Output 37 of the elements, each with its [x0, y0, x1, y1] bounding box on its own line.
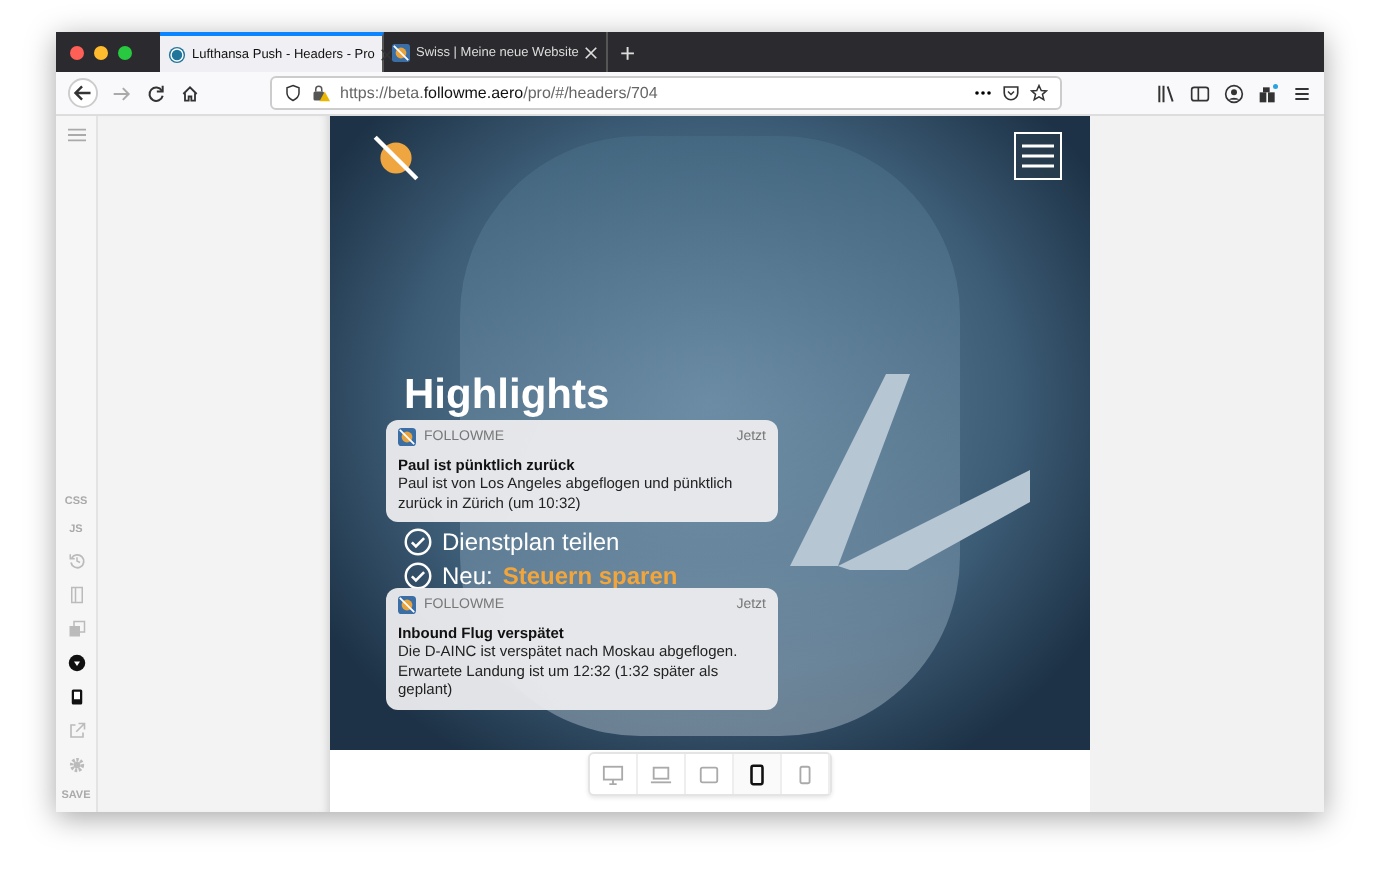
menu-icon[interactable]	[1292, 83, 1312, 103]
shield-icon	[284, 84, 302, 102]
close-window-icon[interactable]	[70, 45, 84, 59]
home-icon[interactable]	[180, 83, 200, 103]
close-tab-icon[interactable]	[380, 47, 395, 61]
pocket-icon[interactable]	[1002, 84, 1020, 102]
library-icon[interactable]	[1156, 83, 1176, 103]
extensions-icon[interactable]	[1258, 83, 1278, 103]
laptop-icon	[650, 763, 672, 785]
reload-icon[interactable]	[146, 83, 166, 103]
menu-button[interactable]	[1014, 132, 1062, 180]
desktop-icon	[602, 763, 624, 785]
minimize-window-icon[interactable]	[94, 45, 108, 59]
phone-icon	[794, 763, 816, 785]
app-icon	[398, 596, 416, 614]
hamburger-icon	[1022, 144, 1054, 168]
site-favicon-icon	[392, 43, 410, 61]
highlights-heading: Highlights	[404, 376, 612, 416]
app-icon	[398, 428, 416, 446]
device-button[interactable]	[734, 754, 782, 794]
account-icon[interactable]	[1224, 83, 1244, 103]
checklist-item: Dienstplan teilen	[442, 528, 620, 556]
check-circle-icon[interactable]	[404, 562, 432, 590]
tablet-landscape-icon	[698, 763, 720, 785]
warning-lock-icon	[312, 84, 330, 102]
check-circle-icon[interactable]	[404, 528, 432, 556]
checklist-item: Steuern sparen	[502, 562, 678, 590]
bookmark-star-icon[interactable]	[1030, 84, 1048, 102]
globe-favicon-icon	[168, 45, 186, 63]
logo-icon	[370, 132, 422, 184]
phone-icon[interactable]	[67, 688, 85, 706]
sidebar-toggle-icon[interactable]	[1190, 83, 1210, 103]
tablet-icon	[746, 763, 768, 785]
new-label: Neu:	[442, 562, 493, 590]
address-bar[interactable]: https://beta.followme.aero/pro/#/headers/704	[270, 76, 1062, 110]
maximize-window-icon[interactable]	[118, 45, 132, 59]
new-tab-button[interactable]: +	[608, 32, 648, 72]
